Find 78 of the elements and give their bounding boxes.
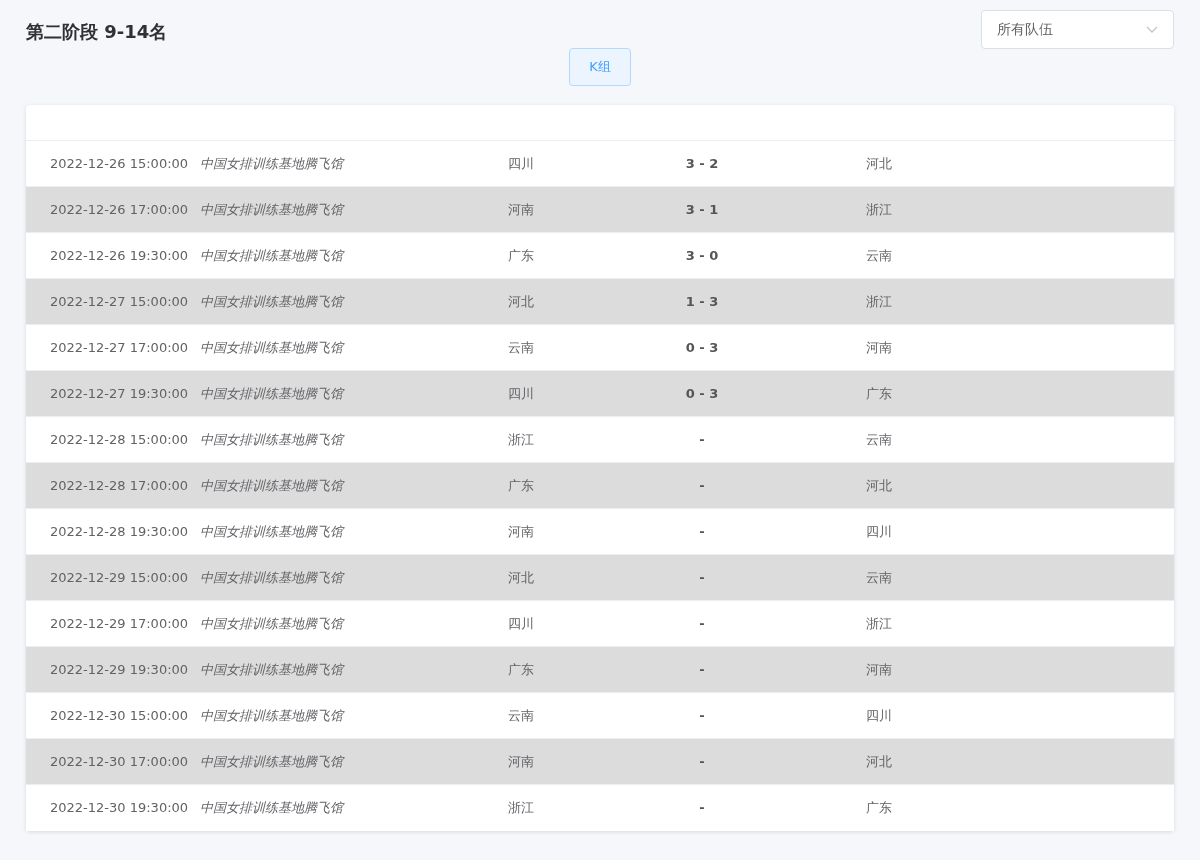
match-time: 2022-12-29 15:00:00 bbox=[50, 569, 189, 585]
venue-name: 中国女排训练基地腾飞馆 bbox=[200, 201, 343, 217]
match-score: 1 - 3 bbox=[685, 293, 719, 309]
match-time: 2022-12-26 17:00:00 bbox=[50, 201, 189, 217]
venue-name: 中国女排训练基地腾飞馆 bbox=[200, 753, 343, 769]
away-team: 浙江 bbox=[866, 293, 892, 309]
venue-name: 中国女排训练基地腾飞馆 bbox=[200, 293, 343, 309]
home-team: 浙江 bbox=[508, 800, 534, 816]
match-score: - bbox=[699, 431, 705, 447]
home-team: 四川 bbox=[508, 615, 534, 631]
match-time: 2022-12-28 15:00:00 bbox=[50, 431, 189, 447]
match-score: - bbox=[699, 569, 705, 585]
match-score: 3 - 2 bbox=[685, 155, 719, 171]
away-team: 云南 bbox=[866, 431, 892, 447]
venue-name: 中国女排训练基地腾飞馆 bbox=[200, 247, 343, 263]
match-time: 2022-12-26 19:30:00 bbox=[50, 247, 189, 263]
match-score: 0 - 3 bbox=[685, 385, 719, 401]
home-team: 河南 bbox=[508, 201, 534, 217]
home-team: 广东 bbox=[508, 477, 534, 493]
venue-name: 中国女排训练基地腾飞馆 bbox=[200, 523, 343, 539]
home-team: 河北 bbox=[508, 293, 534, 309]
venue-name: 中国女排训练基地腾飞馆 bbox=[200, 155, 343, 171]
venue-name: 中国女排训练基地腾飞馆 bbox=[200, 569, 343, 585]
home-team: 河北 bbox=[508, 569, 534, 585]
away-team: 云南 bbox=[866, 569, 892, 585]
match-time: 2022-12-29 17:00:00 bbox=[50, 615, 189, 631]
match-score: - bbox=[699, 523, 705, 539]
away-team: 河南 bbox=[866, 339, 892, 355]
home-team: 广东 bbox=[508, 247, 534, 263]
match-time: 2022-12-30 15:00:00 bbox=[50, 707, 189, 723]
match-time: 2022-12-27 15:00:00 bbox=[50, 293, 189, 309]
home-team: 广东 bbox=[508, 661, 534, 677]
home-team: 河南 bbox=[508, 523, 534, 539]
away-team: 广东 bbox=[866, 385, 892, 401]
match-time: 2022-12-27 17:00:00 bbox=[50, 339, 189, 355]
match-score: - bbox=[699, 661, 705, 677]
match-score: 3 - 0 bbox=[685, 247, 719, 263]
match-time: 2022-12-30 17:00:00 bbox=[50, 753, 189, 769]
home-team: 四川 bbox=[508, 155, 534, 171]
venue-name: 中国女排训练基地腾飞馆 bbox=[200, 661, 343, 677]
away-team: 浙江 bbox=[866, 615, 892, 631]
home-team: 云南 bbox=[508, 339, 534, 355]
match-time: 2022-12-29 19:30:00 bbox=[50, 661, 189, 677]
away-team: 河北 bbox=[866, 155, 892, 171]
match-time: 2022-12-27 19:30:00 bbox=[50, 385, 189, 401]
home-team: 河南 bbox=[508, 753, 534, 769]
home-team: 云南 bbox=[508, 707, 534, 723]
away-team: 河北 bbox=[866, 477, 892, 493]
match-score: - bbox=[699, 707, 705, 723]
away-team: 河南 bbox=[866, 661, 892, 677]
match-score: - bbox=[699, 615, 705, 631]
venue-name: 中国女排训练基地腾飞馆 bbox=[200, 800, 343, 816]
chevron-down-icon bbox=[1146, 25, 1158, 34]
team-select[interactable]: 所有队伍 bbox=[981, 10, 1174, 49]
away-team: 四川 bbox=[866, 707, 892, 723]
venue-name: 中国女排训练基地腾飞馆 bbox=[200, 431, 343, 447]
match-score: - bbox=[699, 477, 705, 493]
venue-name: 中国女排训练基地腾飞馆 bbox=[200, 477, 343, 493]
venue-name: 中国女排训练基地腾飞馆 bbox=[200, 385, 343, 401]
venue-name: 中国女排训练基地腾飞馆 bbox=[200, 615, 343, 631]
away-team: 云南 bbox=[866, 247, 892, 263]
home-team: 浙江 bbox=[508, 431, 534, 447]
match-score: - bbox=[699, 753, 705, 769]
match-score: - bbox=[699, 800, 705, 816]
page-title: 第二阶段 9-14名 bbox=[26, 20, 168, 44]
match-time: 2022-12-30 19:30:00 bbox=[50, 800, 189, 816]
match-score: 3 - 1 bbox=[685, 201, 719, 217]
away-team: 广东 bbox=[866, 800, 892, 816]
away-team: 浙江 bbox=[866, 201, 892, 217]
venue-name: 中国女排训练基地腾飞馆 bbox=[200, 707, 343, 723]
away-team: 四川 bbox=[866, 523, 892, 539]
match-score: 0 - 3 bbox=[685, 339, 719, 355]
match-time: 2022-12-28 17:00:00 bbox=[50, 477, 189, 493]
match-time: 2022-12-26 15:00:00 bbox=[50, 155, 189, 171]
away-team: 河北 bbox=[866, 753, 892, 769]
venue-name: 中国女排训练基地腾飞馆 bbox=[200, 339, 343, 355]
home-team: 四川 bbox=[508, 385, 534, 401]
match-time: 2022-12-28 19:30:00 bbox=[50, 523, 189, 539]
